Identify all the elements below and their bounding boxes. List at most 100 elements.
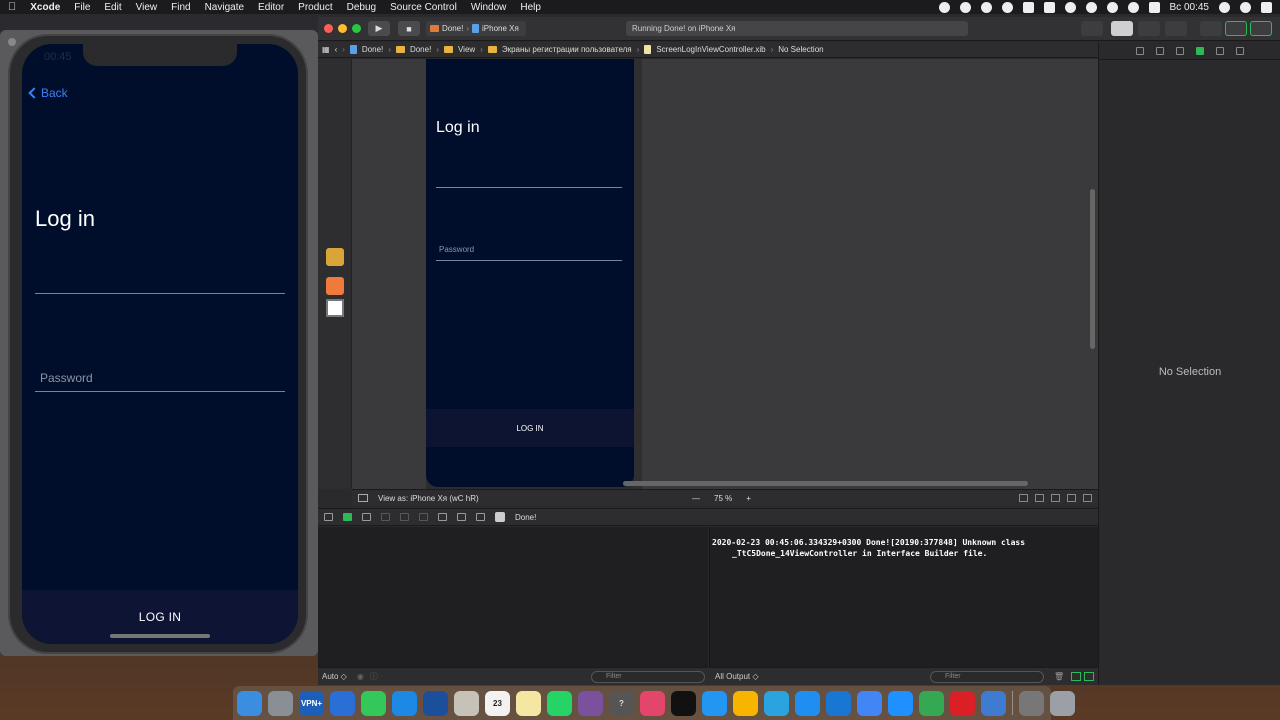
circle-tray-icon[interactable]: [1001, 1, 1013, 13]
tray-app-icon[interactable]: [938, 1, 950, 13]
sourcetree-icon[interactable]: [423, 690, 448, 716]
ib-login-button[interactable]: LOG IN: [426, 409, 634, 447]
hide-debug-area-icon[interactable]: [324, 513, 333, 521]
system-preferences-icon[interactable]: [1019, 690, 1044, 716]
menu-edit[interactable]: Edit: [104, 2, 121, 13]
view-debugger-icon[interactable]: [438, 513, 447, 521]
app-store-icon[interactable]: [392, 690, 417, 716]
memory-graph-icon[interactable]: [457, 513, 466, 521]
siri-icon[interactable]: [1240, 1, 1251, 13]
console-view[interactable]: 2020-02-23 00:45:06.334329+0300 Done![20…: [709, 527, 1098, 667]
facetime-icon[interactable]: [361, 690, 386, 716]
menu-editor[interactable]: Editor: [258, 2, 284, 13]
pause-icon[interactable]: [362, 513, 371, 521]
output-selector[interactable]: All Output ◇: [715, 672, 759, 681]
login-field-underline[interactable]: [35, 293, 285, 294]
maps-pin-icon[interactable]: [702, 690, 727, 716]
crumb-view[interactable]: View: [458, 45, 475, 54]
location-icon[interactable]: [476, 513, 485, 521]
back-arrow-icon[interactable]: ‹: [335, 45, 338, 54]
chrome-icon[interactable]: [857, 690, 882, 716]
canvas-horizontal-scrollbar[interactable]: [623, 481, 1028, 486]
menu-navigate[interactable]: Navigate: [205, 2, 244, 13]
step-out-icon[interactable]: [419, 513, 428, 521]
scheme-selector[interactable]: Done! › iPhone Xя: [426, 21, 526, 36]
run-button[interactable]: ▶: [368, 21, 390, 36]
view-as-device[interactable]: View as: iPhone Xя (wC hR): [378, 494, 479, 503]
window-zoom-button[interactable]: [352, 24, 361, 33]
zoom-out-button[interactable]: —: [692, 494, 700, 503]
identity-inspector-icon[interactable]: [1176, 46, 1184, 55]
spotlight-search-icon[interactable]: [1219, 1, 1230, 13]
xcode-preview-icon[interactable]: [795, 690, 820, 716]
viber-icon[interactable]: [578, 690, 603, 716]
crumb-project[interactable]: Done!: [362, 45, 383, 54]
menu-help[interactable]: Help: [520, 2, 541, 13]
battery-icon[interactable]: [1022, 1, 1034, 13]
crumb-screens[interactable]: Экраны регистрации пользователя: [502, 45, 632, 54]
menu-clock[interactable]: Вс 00:45: [1170, 2, 1209, 13]
numbers-icon[interactable]: [919, 690, 944, 716]
crumb-selection[interactable]: No Selection: [778, 45, 823, 54]
size-inspector-icon[interactable]: [1216, 46, 1224, 55]
ib-login-field[interactable]: [436, 187, 622, 188]
ib-title-label[interactable]: Log in: [436, 119, 480, 137]
trash-bin-icon[interactable]: [1050, 690, 1075, 716]
time-machine-icon[interactable]: [1064, 1, 1076, 13]
apple-menu-icon[interactable]: : [8, 1, 16, 13]
info-icon[interactable]: ⓘ: [370, 671, 378, 682]
resolve-issues-icon[interactable]: [1083, 494, 1092, 502]
quick-help-icon[interactable]: [1156, 46, 1164, 55]
menu-product[interactable]: Product: [298, 2, 332, 13]
console-filter-input[interactable]: Filter: [930, 671, 1044, 683]
help-icon[interactable]: ?: [609, 690, 634, 716]
ib-password-field[interactable]: Password: [439, 245, 474, 254]
launchpad-icon[interactable]: [268, 690, 293, 716]
first-responder-icon[interactable]: [326, 277, 344, 295]
interface-builder-canvas[interactable]: Log in Password LOG IN: [318, 59, 1098, 489]
vpn-app-icon[interactable]: VPN+: [299, 690, 324, 716]
menu-view[interactable]: View: [136, 2, 158, 13]
password-field[interactable]: Password: [40, 371, 93, 385]
eye-icon[interactable]: ◉: [357, 672, 364, 681]
window-minimize-button[interactable]: [338, 24, 347, 33]
telegram-icon[interactable]: [764, 690, 789, 716]
stop-button[interactable]: ■: [398, 21, 420, 36]
files-owner-icon[interactable]: [326, 248, 344, 266]
show-variables-icon[interactable]: [1071, 672, 1081, 681]
version-editor-button[interactable]: [1165, 21, 1187, 36]
parallels-icon[interactable]: [981, 690, 1006, 716]
view-object-icon[interactable]: [326, 299, 344, 317]
toggle-debug-area-button[interactable]: [1225, 21, 1247, 36]
home-indicator[interactable]: [110, 634, 210, 638]
menu-find[interactable]: Find: [171, 2, 190, 13]
menu-window[interactable]: Window: [471, 2, 507, 13]
file-inspector-icon[interactable]: [1136, 46, 1144, 55]
trash-icon[interactable]: 🗑: [1054, 672, 1064, 681]
debug-process[interactable]: Done!: [515, 513, 536, 522]
edge-browser-icon[interactable]: [330, 690, 355, 716]
window-close-button[interactable]: [324, 24, 333, 33]
simulator-close-dot[interactable]: [8, 38, 16, 46]
sketch-icon[interactable]: [733, 690, 758, 716]
toggle-navigator-button[interactable]: [1200, 21, 1222, 36]
calendar-icon[interactable]: 23: [485, 690, 510, 716]
canvas-vertical-scrollbar[interactable]: [1090, 189, 1095, 349]
finder-icon[interactable]: [237, 690, 262, 716]
outline-toggle-icon[interactable]: [358, 494, 368, 502]
add-constraints-icon[interactable]: [1067, 494, 1076, 502]
wifi-icon[interactable]: [1106, 1, 1118, 13]
attributes-inspector-icon[interactable]: [1196, 46, 1204, 55]
volume-icon[interactable]: [1127, 1, 1139, 13]
crumb-group[interactable]: Done!: [410, 45, 431, 54]
related-items-icon[interactable]: ▦: [322, 45, 330, 54]
flag-icon[interactable]: [1148, 1, 1160, 13]
breakpoints-icon[interactable]: [343, 513, 352, 521]
terminal-icon[interactable]: [671, 690, 696, 716]
whatsapp-icon[interactable]: [547, 690, 572, 716]
menu-xcode[interactable]: Xcode: [30, 2, 60, 13]
grid-tray-icon[interactable]: [1043, 1, 1055, 13]
embed-in-stack-icon[interactable]: [1035, 494, 1044, 502]
show-console-icon[interactable]: [1084, 672, 1094, 681]
auto-selector[interactable]: Auto ◇: [322, 672, 347, 681]
